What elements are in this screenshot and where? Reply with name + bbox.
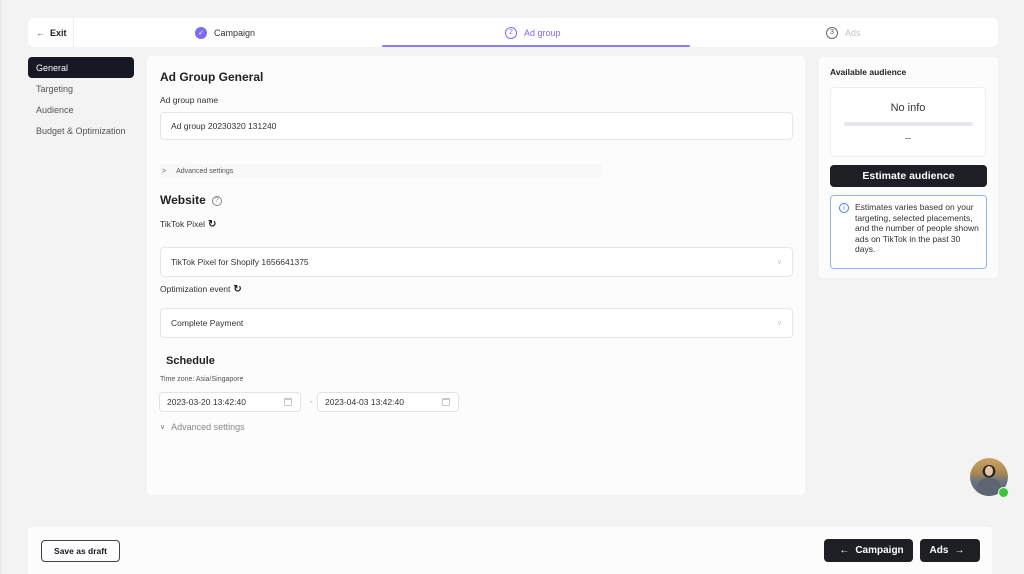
audience-info-text: Estimates varies based on your targeting…	[855, 202, 979, 254]
calendar-icon	[442, 398, 450, 406]
tiktok-pixel-label: TikTok Pixel ↻	[160, 219, 216, 230]
start-date-value: 2023-03-20 13:42:40	[167, 397, 246, 407]
tiktok-pixel-label-text: TikTok Pixel	[160, 219, 206, 229]
available-audience-panel: Available audience No info -- Estimate a…	[819, 57, 998, 278]
step-ad-group[interactable]: 2 Ad group	[505, 18, 561, 47]
next-button-label: Ads	[929, 545, 949, 556]
save-as-draft-button[interactable]: Save as draft	[41, 540, 120, 562]
tiktok-pixel-select[interactable]: TikTok Pixel for Shopify 1656641375 ∨	[160, 247, 793, 277]
arrow-left-icon: ←	[839, 545, 850, 556]
step-label: Ads	[845, 27, 861, 38]
nav-item-general[interactable]: General	[28, 57, 134, 78]
ad-group-name-input[interactable]: Ad group 20230320 131240	[160, 112, 793, 140]
audience-no-info: No info	[890, 102, 926, 114]
info-icon: i	[839, 203, 849, 213]
end-date-input[interactable]: 2023-04-03 13:42:40	[317, 392, 459, 412]
online-status-icon	[998, 487, 1009, 498]
section-title: Ad Group General	[160, 70, 264, 84]
step-campaign[interactable]: ✓ Campaign	[195, 18, 255, 47]
exit-label: Exit	[50, 27, 67, 38]
optimization-event-select[interactable]: Complete Payment ∨	[160, 308, 793, 338]
step-number-icon: 2	[505, 26, 517, 39]
refresh-icon[interactable]: ↻	[233, 284, 241, 295]
nav-item-targeting[interactable]: Targeting	[28, 78, 134, 99]
previous-campaign-button[interactable]: ← Campaign	[824, 539, 913, 562]
step-number-icon: 3	[826, 26, 838, 39]
start-date-input[interactable]: 2023-03-20 13:42:40	[159, 392, 301, 412]
step-label: Campaign	[214, 27, 256, 38]
ad-group-form: Ad Group General Ad group name Ad group …	[147, 56, 805, 495]
avatar-face	[985, 466, 993, 476]
nav-item-budget-optimization[interactable]: Budget & Optimization	[28, 120, 134, 141]
active-step-indicator	[382, 45, 690, 47]
chevron-down-icon: ∨	[160, 424, 166, 431]
chevron-right-icon: >	[162, 167, 167, 175]
date-separator: -	[310, 397, 313, 406]
optimization-event-label: Optimization event ↻	[160, 284, 242, 295]
ad-group-name-label: Ad group name	[160, 95, 219, 105]
tiktok-pixel-value: TikTok Pixel for Shopify 1656641375	[171, 257, 309, 267]
arrow-left-icon: ←	[36, 27, 45, 38]
step-ads[interactable]: 3 Ads	[826, 18, 861, 47]
advanced-settings-label: Advanced settings	[176, 167, 234, 175]
end-date-value: 2023-04-03 13:42:40	[325, 397, 404, 407]
chevron-down-icon: ∨	[776, 320, 782, 327]
schedule-title: Schedule	[166, 355, 215, 367]
refresh-icon[interactable]: ↻	[208, 219, 216, 230]
step-label: Ad group	[524, 27, 561, 38]
previous-button-label: Campaign	[855, 545, 904, 556]
audience-value: --	[905, 133, 911, 143]
footer-bar: Save as draft ← Campaign Ads →	[28, 527, 992, 574]
calendar-icon	[284, 398, 292, 406]
arrow-right-icon: →	[954, 545, 965, 556]
next-ads-button[interactable]: Ads →	[920, 539, 980, 562]
advanced-settings-toggle[interactable]: > Advanced settings	[160, 164, 602, 178]
check-circle-icon: ✓	[195, 26, 207, 39]
optimization-event-label-text: Optimization event	[160, 284, 231, 294]
advanced-settings-label: Advanced settings	[171, 422, 245, 432]
website-title-text: Website	[160, 193, 206, 207]
schedule-advanced-settings-toggle[interactable]: ∨ Advanced settings	[160, 422, 245, 432]
section-nav: General Targeting Audience Budget & Opti…	[28, 57, 134, 141]
audience-title: Available audience	[830, 67, 907, 77]
help-icon[interactable]: ?	[211, 195, 222, 206]
timezone-label: Time zone: Asia/Singapore	[160, 376, 244, 383]
chevron-down-icon: ∨	[776, 259, 782, 266]
stepper-bar: ← Exit ✓ Campaign 2 Ad group 3 Ads	[28, 18, 998, 47]
audience-meter	[844, 122, 973, 126]
optimization-event-value: Complete Payment	[171, 318, 244, 328]
estimate-audience-button[interactable]: Estimate audience	[830, 165, 987, 187]
window-edge	[0, 0, 2, 574]
audience-info-note: i Estimates varies based on your targeti…	[830, 195, 987, 269]
exit-button[interactable]: ← Exit	[28, 18, 74, 47]
website-title: Website?	[160, 193, 222, 207]
audience-size-box: No info --	[830, 87, 986, 157]
nav-item-audience[interactable]: Audience	[28, 99, 134, 120]
